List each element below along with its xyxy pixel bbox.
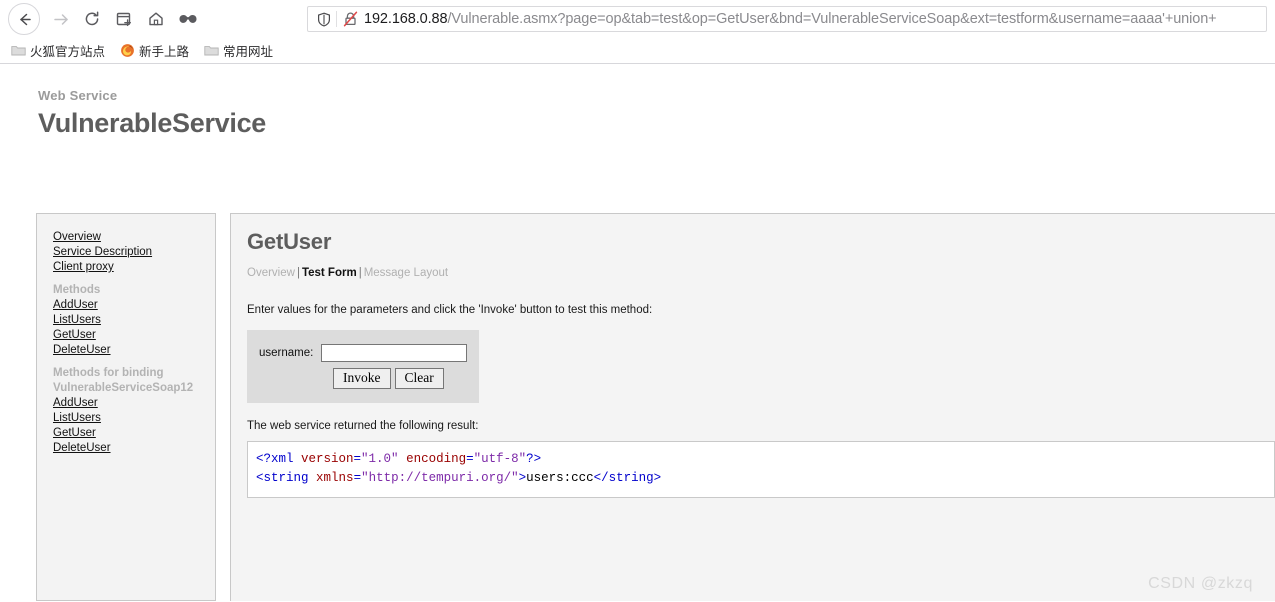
xml-decl-open: <?xml — [256, 452, 302, 466]
sidebar-item-service-description[interactable]: Service Description — [53, 245, 152, 260]
sidebar-method-listusers[interactable]: ListUsers — [53, 313, 101, 328]
main-panel: GetUser Overview | Test Form | Message Layou… — [230, 213, 1275, 601]
tab-test-form[interactable]: Test Form — [302, 267, 357, 279]
result-label: The web service returned the following r… — [247, 420, 479, 432]
invoke-button[interactable]: Invoke — [333, 368, 391, 389]
xml-decl-version-name: version — [301, 452, 354, 466]
method-tabs: Overview | Test Form | Message Layout — [247, 266, 1275, 280]
lock-crossed-out-icon[interactable] — [340, 10, 360, 28]
xml-space — [309, 471, 317, 485]
bookmark-item-firefox-official[interactable]: 火狐官方站点 — [10, 41, 105, 60]
bookmark-label: 新手上路 — [139, 45, 190, 59]
tab-overview[interactable]: Overview — [247, 267, 295, 279]
sidebar-item-overview[interactable]: Overview — [53, 230, 101, 245]
sidebar-binding-method-deleteuser[interactable]: DeleteUser — [53, 441, 111, 456]
form-button-row: Invoke Clear — [259, 368, 469, 389]
bookmark-item-common-sites[interactable]: 常用网址 — [203, 41, 273, 60]
sidebar-method-deleteuser[interactable]: DeleteUser — [53, 343, 111, 358]
url-text: 192.168.0.88/Vulnerable.asmx?page=op&tab… — [360, 10, 1217, 28]
method-title: GetUser — [247, 229, 332, 254]
instructions-text: Enter values for the parameters and clic… — [247, 304, 653, 316]
tab-separator: | — [296, 267, 300, 279]
sidebar-binding-method-adduser[interactable]: AddUser — [53, 396, 98, 411]
xml-decl-close: ?> — [526, 452, 542, 466]
sidebar: Overview Service Description Client prox… — [36, 213, 216, 601]
xml-xmlns-eq: = — [353, 471, 362, 485]
xml-result-box: <?xml version="1.0" encoding="utf-8"?> <… — [247, 441, 1275, 498]
sidebar-method-getuser[interactable]: GetUser — [53, 328, 96, 343]
web-service-eyebrow: Web Service — [38, 88, 118, 103]
parameter-form: username: Invoke Clear — [247, 330, 479, 403]
tab-message-layout[interactable]: Message Layout — [364, 267, 448, 279]
web-service-page: Web Service VulnerableService Overview S… — [0, 64, 1275, 601]
xml-string-open-bracket: < — [256, 471, 264, 485]
watermark: CSDN @zkzq — [1148, 575, 1253, 592]
xml-string-close-bracket: </ — [593, 471, 609, 485]
bookmark-label: 火狐官方站点 — [30, 45, 106, 59]
shield-icon[interactable] — [314, 10, 334, 28]
urlbar-separator — [336, 11, 337, 27]
bookmark-label: 常用网址 — [223, 45, 274, 59]
xml-string-tag-name: string — [263, 471, 309, 485]
sidebar-binding-method-getuser[interactable]: GetUser — [53, 426, 96, 441]
username-label: username: — [259, 347, 314, 359]
clear-button[interactable]: Clear — [394, 368, 444, 389]
page-title: VulnerableService — [38, 108, 267, 138]
url-host: 192.168.0.88 — [364, 11, 448, 27]
xml-string-close-tag-name: string — [608, 471, 654, 485]
url-bar[interactable]: 192.168.0.88/Vulnerable.asmx?page=op&tab… — [307, 6, 1267, 32]
reload-button[interactable] — [76, 3, 108, 35]
new-container-tab-icon[interactable] — [108, 3, 140, 35]
xml-decl-encoding-value: "utf-8" — [473, 452, 527, 466]
xml-string-close-gt: > — [653, 471, 662, 485]
url-path: /Vulnerable.asmx?page=op&tab=test&op=Get… — [447, 11, 1217, 27]
xml-decl-version-value: "1.0" — [361, 452, 399, 466]
xml-string-gt: > — [518, 471, 527, 485]
back-button[interactable] — [8, 3, 40, 35]
navigation-toolbar: 192.168.0.88/Vulnerable.asmx?page=op&tab… — [0, 0, 1275, 38]
mask-icon[interactable] — [172, 3, 204, 35]
xml-xmlns-value: "http://tempuri.org/" — [361, 471, 519, 485]
tab-separator: | — [358, 267, 362, 279]
parameter-row: username: — [259, 344, 469, 362]
xml-decl-encoding-eq: = — [466, 452, 474, 466]
xml-space — [399, 452, 407, 466]
home-button[interactable] — [140, 3, 172, 35]
username-input[interactable] — [321, 344, 468, 362]
sidebar-group-title-methods: Methods — [53, 284, 101, 296]
sidebar-method-adduser[interactable]: AddUser — [53, 298, 98, 313]
sidebar-group-title-binding-line2: VulnerableServiceSoap12 — [53, 382, 194, 394]
xml-decl-encoding-name: encoding — [406, 452, 467, 466]
url-bar-container: 192.168.0.88/Vulnerable.asmx?page=op&tab… — [204, 6, 1267, 32]
sidebar-item-client-proxy[interactable]: Client proxy — [53, 260, 114, 275]
xml-decl-version-eq: = — [353, 452, 362, 466]
bookmarks-bar: 火狐官方站点 新手上路 常用网址 — [0, 38, 1275, 64]
bookmark-item-getting-started[interactable]: 新手上路 — [119, 41, 189, 60]
sidebar-binding-method-listusers[interactable]: ListUsers — [53, 411, 101, 426]
forward-button[interactable] — [44, 3, 76, 35]
sidebar-group-title-binding-line1: Methods for binding — [53, 367, 164, 379]
browser-chrome: 192.168.0.88/Vulnerable.asmx?page=op&tab… — [0, 0, 1275, 64]
folder-icon — [203, 43, 219, 59]
firefox-icon — [119, 43, 135, 59]
page-layout: Overview Service Description Client prox… — [0, 213, 1275, 601]
xml-result-text: users:ccc — [526, 471, 594, 485]
page-header: Web Service VulnerableService — [0, 64, 1275, 140]
folder-icon — [10, 43, 26, 59]
xml-xmlns-attr-name: xmlns — [316, 471, 354, 485]
